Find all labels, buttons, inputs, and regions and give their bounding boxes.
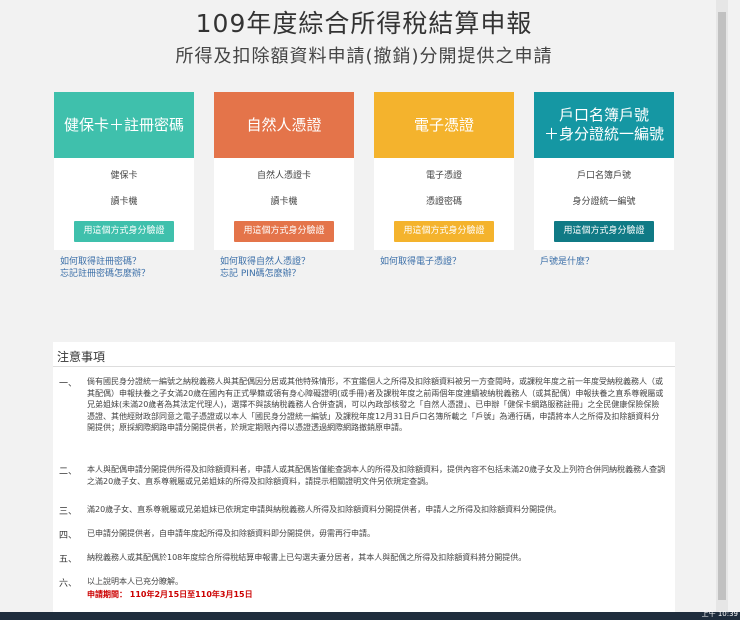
note-number: 三、 [59,507,78,517]
note-text: 已申請分開提供者，自申請年度起所得及扣除額資料即分開提供，毋需再行申請。 [87,529,375,538]
note-text: 以上說明本人已充分瞭解。 [87,577,183,586]
card-links-nhi: 如何取得註冊密碼？ 忘記註冊密碼怎麼辦？ [60,256,210,280]
note-text: 納稅義務人或其配偶於108年度綜合所得稅結算申報書上已勾選夫妻分居者，其本人與配… [87,553,527,562]
card-links-citizen: 如何取得自然人憑證？ 忘記 PIN碼怎麼辦？ [220,256,370,280]
card-requirement-2: 憑證密碼 [425,197,462,207]
link-what-is-household-number[interactable]: 戶號是什麼？ [540,256,690,268]
note-number: 六、 [59,579,78,589]
card-links-ecert: 如何取得電子憑證？ [380,256,530,268]
taskbar: 上午 10:39 [0,610,740,620]
link-get-citizen-certificate[interactable]: 如何取得自然人憑證？ [220,256,370,268]
card-citizen-certificate: 自然人憑證 自然人憑證卡 讀卡機 用這個方式身分驗證 [214,92,354,250]
verify-e-certificate-button[interactable]: 用這個方式身分驗證 [394,221,494,242]
note-number: 四、 [59,531,78,541]
link-forgot-register-password[interactable]: 忘記註冊密碼怎麼辦？ [60,268,210,280]
card-e-certificate: 電子憑證 電子憑證 憑證密碼 用這個方式身分驗證 [374,92,514,250]
divider [53,366,675,367]
notes-panel: 注意事項 一、 倘有國民身分證統一編號之納稅義務人與其配偶因分居或其他特殊情形，… [53,342,675,612]
scrollbar-thumb[interactable] [718,12,726,600]
application-period: 申請期間： 110年2月15日至110年3月15日 [87,590,253,599]
note-number: 一、 [59,379,78,389]
verify-household-id-button[interactable]: 用這個方式身分驗證 [554,221,654,242]
card-links-household: 戶號是什麼？ [540,256,690,268]
verify-citizen-certificate-button[interactable]: 用這個方式身分驗證 [234,221,334,242]
note-text: 本人與配偶申請分開提供所得及扣除額資料者，申請人或其配偶皆僅能查調本人的所得及扣… [87,465,666,486]
notes-title: 注意事項 [57,350,106,364]
card-requirement-1: 電子憑證 [425,171,462,181]
card-requirement-1: 健保卡 [110,171,138,181]
note-text: 倘有國民身分證統一編號之納稅義務人與其配偶因分居或其他特殊情形，不宜鑑個人之所得… [87,377,664,432]
vertical-scrollbar[interactable] [716,0,728,612]
card-header-line-1: 戶口名簿戶號 [558,106,649,124]
card-header: 戶口名簿戶號 ＋身分證統一編號 [534,92,674,158]
note-text: 滿20歲子女、直系尊親屬或兄弟姐妹已依規定申請與納稅義務人所得及扣除額資料分開提… [87,505,562,514]
card-header-line-2: ＋身分證統一編號 [543,125,664,143]
taskbar-clock: 上午 10:39 [701,610,738,618]
card-requirement-2: 讀卡機 [270,197,298,207]
note-number: 二、 [59,467,78,477]
card-household-id: 戶口名簿戶號 ＋身分證統一編號 戶口名簿戶號 身分證統一編號 用這個方式身分驗證 [534,92,674,250]
card-requirement-1: 自然人憑證卡 [256,171,311,181]
link-get-register-password[interactable]: 如何取得註冊密碼？ [60,256,210,268]
page-title: 109年度綜合所得稅結算申報 [195,9,533,38]
page-subtitle: 所得及扣除額資料申請(撤銷)分開提供之申請 [175,46,553,67]
page: 109年度綜合所得稅結算申報 所得及扣除額資料申請(撤銷)分開提供之申請 健保卡… [0,0,728,612]
card-nhi-card: 健保卡＋註冊密碼 健保卡 讀卡機 用這個方式身分驗證 [54,92,194,250]
card-requirement-2: 身分證統一編號 [572,197,636,207]
link-forgot-pin[interactable]: 忘記 PIN碼怎麼辦？ [220,268,370,280]
card-header: 自然人憑證 [214,92,354,158]
card-header: 健保卡＋註冊密碼 [54,92,194,158]
verify-nhi-card-button[interactable]: 用這個方式身分驗證 [74,221,174,242]
card-requirement-2: 讀卡機 [110,197,138,207]
link-get-e-certificate[interactable]: 如何取得電子憑證？ [380,256,530,268]
card-header: 電子憑證 [374,92,514,158]
note-number: 五、 [59,555,78,565]
card-requirement-1: 戶口名簿戶號 [576,171,631,181]
